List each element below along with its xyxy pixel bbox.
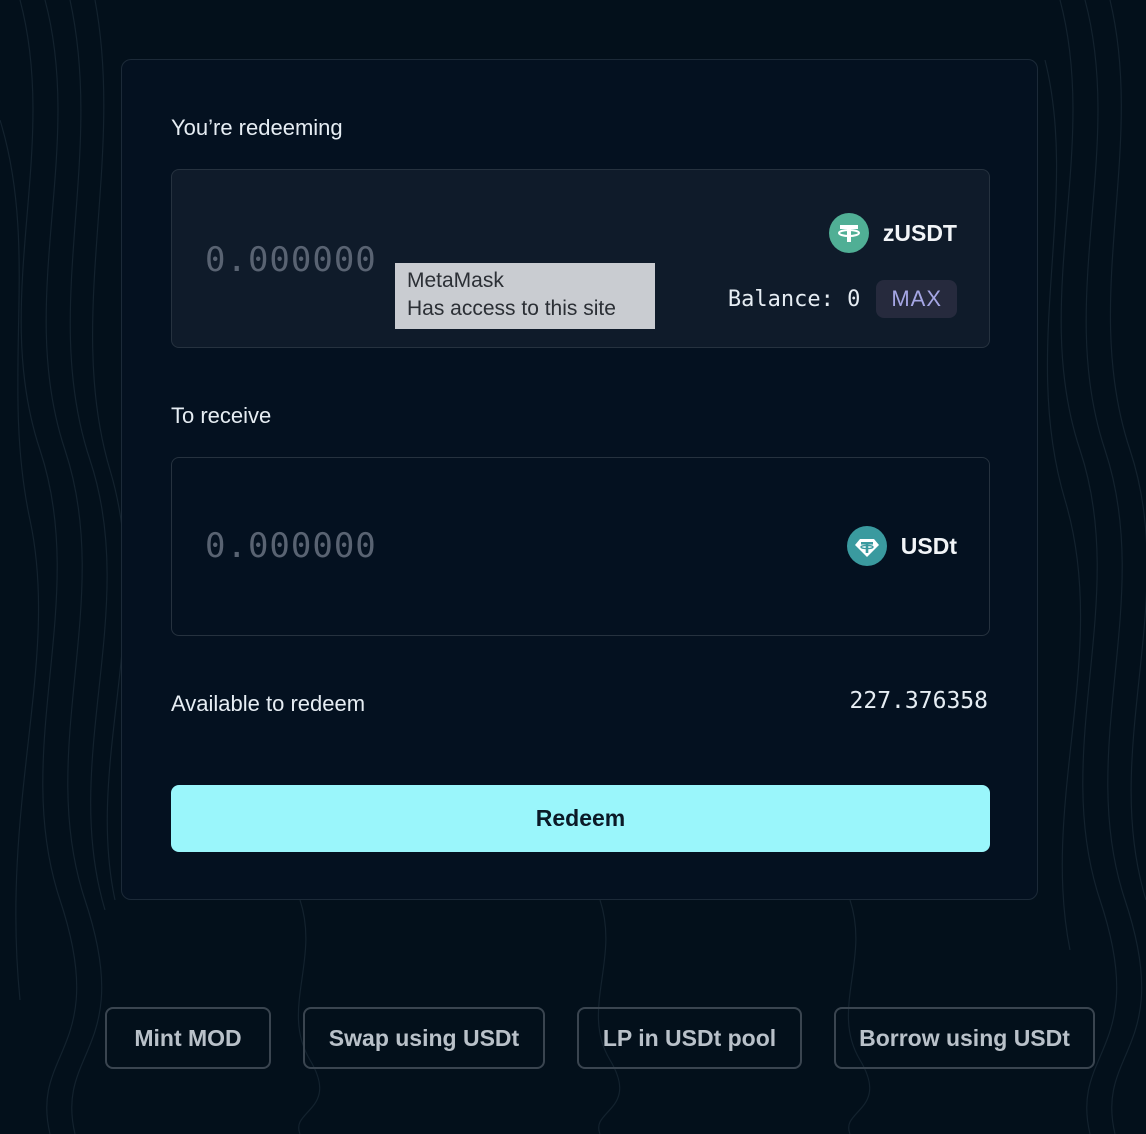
- borrow-usdt-button[interactable]: Borrow using USDt: [834, 1007, 1095, 1069]
- redeem-token: zUSDT: [828, 213, 957, 253]
- redeem-token-name: zUSDT: [882, 219, 957, 246]
- tooltip-title: MetaMask: [407, 269, 504, 292]
- max-button[interactable]: MAX: [876, 280, 957, 318]
- receive-label: To receive: [171, 403, 272, 428]
- receive-token: USDt: [846, 526, 957, 566]
- available-value: 227.376358: [849, 688, 988, 714]
- available-label: Available to redeem: [171, 691, 366, 716]
- receive-token-name: USDt: [900, 532, 957, 559]
- lp-usdt-pool-button[interactable]: LP in USDt pool: [577, 1007, 802, 1069]
- redeeming-label: You’re redeeming: [171, 115, 343, 140]
- redeem-amount-box: 0.000000 zUSDT Balance: 0 MAX MetaMask H…: [171, 169, 990, 348]
- metamask-tooltip: MetaMask Has access to this site: [395, 263, 655, 329]
- tether-coin-icon: [828, 213, 869, 253]
- mint-mod-button[interactable]: Mint MOD: [105, 1007, 271, 1069]
- balance-text: Balance: 0: [727, 286, 861, 312]
- tooltip-text: Has access to this site: [407, 297, 616, 320]
- redeem-amount-input[interactable]: 0.000000: [205, 240, 377, 280]
- receive-amount-output: 0.000000: [205, 526, 377, 566]
- receive-amount-box: 0.000000 USDt: [171, 457, 990, 636]
- redeem-button[interactable]: Redeem: [171, 785, 990, 852]
- balance-row: Balance: 0 MAX: [728, 280, 957, 318]
- redeem-card: You’re redeeming 0.000000 zUSDT Balance:…: [121, 59, 1038, 900]
- swap-usdt-button[interactable]: Swap using USDt: [303, 1007, 545, 1069]
- tether-gem-icon: [846, 526, 887, 566]
